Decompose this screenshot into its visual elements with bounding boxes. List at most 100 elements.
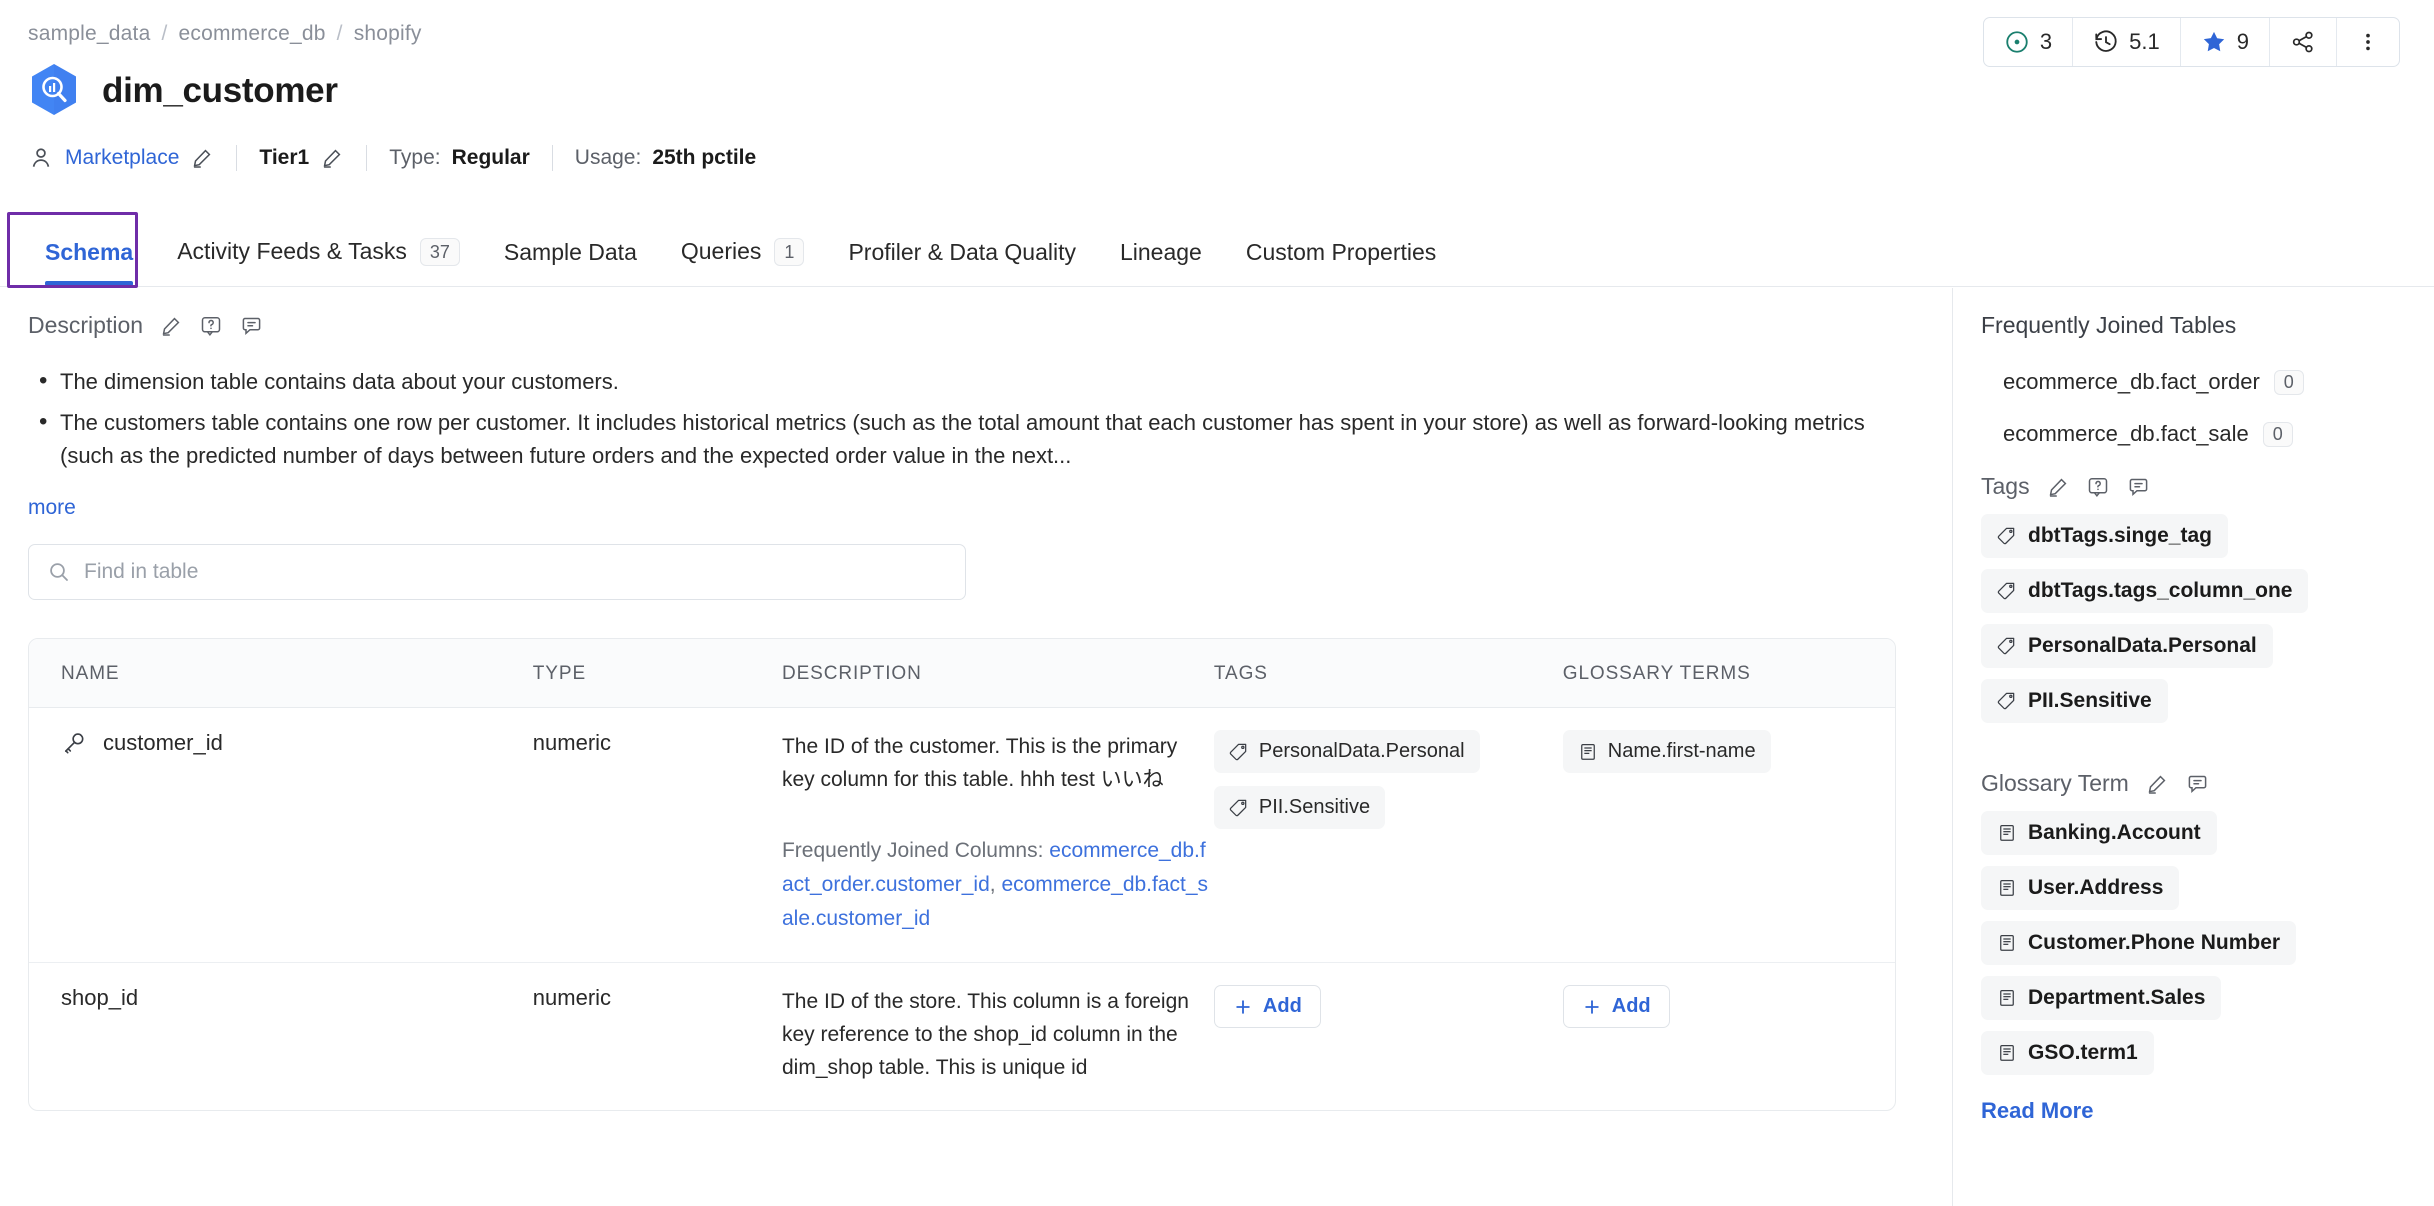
search-input[interactable] (84, 560, 947, 584)
tab-lineage[interactable]: Lineage (1098, 239, 1224, 286)
vote-button[interactable]: 3 (1984, 18, 2074, 66)
glossary-chip[interactable]: Name.first-name (1562, 730, 1771, 773)
tab-sample-data[interactable]: Sample Data (482, 239, 659, 286)
tab-custom-properties[interactable]: Custom Properties (1224, 239, 1458, 286)
breadcrumb-item-2[interactable]: shopify (354, 22, 422, 46)
sidebar-tag-chip[interactable]: dbtTags.tags_column_one (1981, 569, 2309, 613)
tags-comment-chat-icon[interactable] (2126, 475, 2150, 499)
tag-icon (1997, 526, 2017, 546)
tab-badge: 37 (419, 237, 460, 266)
breadcrumb-item-1[interactable]: ecommerce_db (179, 22, 326, 46)
joined-table-item[interactable]: ecommerce_db.fact_sale 0 (2003, 421, 2406, 447)
usage-section: Usage: 25th pctile (575, 146, 756, 170)
owner-link[interactable]: Marketplace (65, 146, 179, 170)
breadcrumb-item-0[interactable]: sample_data (28, 22, 150, 46)
tab-label: Schema (45, 239, 134, 265)
table-details-page: sample_data / ecommerce_db / shopify 3 5… (0, 0, 2434, 1206)
entity-right-panel: Frequently Joined Tables ecommerce_db.fa… (1952, 288, 2434, 1206)
sidebar-glossary-chip[interactable]: Department.Sales (1981, 976, 2222, 1020)
tags-list: dbtTags.singe_tag dbtTags.tags_column_on… (1981, 514, 2406, 734)
add-tag-label: Add (1262, 995, 1302, 1017)
tags-title: Tags (1981, 473, 2030, 499)
request-tags-question-box-icon[interactable] (2086, 475, 2110, 499)
tag-chip[interactable]: PII.Sensitive (1213, 786, 1386, 829)
column-header-type: TYPE (532, 663, 587, 684)
tab-label: Profiler & Data Quality (848, 239, 1076, 265)
type-label: Type: (389, 146, 441, 169)
share-button[interactable] (2270, 18, 2337, 66)
tab-label: Sample Data (503, 239, 637, 265)
schema-panel: Description • The dimension table contai… (0, 288, 1952, 1206)
usage-label: Usage: (574, 146, 642, 169)
tag-chip[interactable]: PersonalData.Personal (1213, 730, 1480, 773)
usage-value: 25th pctile (652, 146, 757, 169)
follow-button[interactable]: 9 (2181, 18, 2270, 66)
edit-glossary-pencil-icon[interactable] (2145, 772, 2169, 796)
entity-meta: Marketplace Tier1 Type: Regular Usage: 2… (28, 145, 756, 171)
glossary-label: User.Address (2028, 876, 2164, 899)
glossary-label: GSO.term1 (2028, 1041, 2138, 1064)
glossary-label: Name.first-name (1607, 740, 1756, 762)
sidebar-glossary-chip[interactable]: Customer.Phone Number (1981, 921, 2297, 965)
cell-tags: Add (1213, 963, 1563, 1110)
sidebar-tag-chip[interactable]: PII.Sensitive (1981, 679, 2168, 723)
edit-tags-pencil-icon[interactable] (2046, 475, 2070, 499)
joined-table-name: ecommerce_db.fact_order (2003, 369, 2260, 394)
column-description: The ID of the store. This column is a fo… (781, 990, 1189, 1079)
more-options-button[interactable] (2337, 18, 2399, 66)
tag-label: PersonalData.Personal (1258, 740, 1465, 762)
joined-table-count: 0 (2262, 421, 2293, 447)
tab-profiler-data-quality[interactable]: Profiler & Data Quality (826, 239, 1098, 286)
edit-tier-pencil-icon[interactable] (320, 146, 344, 170)
book-icon (1997, 878, 2017, 898)
cell-description: The ID of the store. This column is a fo… (782, 963, 1214, 1110)
glossary-label: Customer.Phone Number (2028, 931, 2281, 954)
description-comment-chat-icon[interactable] (239, 314, 263, 338)
column-type: numeric (532, 730, 612, 755)
page-title: dim_customer (102, 71, 338, 110)
sidebar-glossary-chip[interactable]: Banking.Account (1981, 811, 2217, 855)
meta-divider (551, 145, 553, 171)
tag-label: PersonalData.Personal (2028, 634, 2257, 657)
edit-owner-pencil-icon[interactable] (190, 146, 214, 170)
sidebar-glossary-chip[interactable]: GSO.term1 (1981, 1031, 2154, 1075)
add-glossary-button[interactable]: Add (1562, 985, 1670, 1028)
request-description-question-box-icon[interactable] (199, 314, 223, 338)
breadcrumb-separator: / (336, 22, 343, 45)
book-icon (1997, 823, 2017, 843)
meta-divider (366, 145, 368, 171)
bigquery-hexagon-icon (28, 62, 80, 120)
description-bullet: The customers table contains one row per… (28, 405, 1918, 472)
version-button[interactable]: 5.1 (2073, 18, 2181, 66)
table-header-row: NAME TYPE DESCRIPTION TAGS GLOSSARY TERM… (29, 639, 1895, 708)
read-more-link[interactable]: Read More (1981, 1098, 2093, 1124)
comma-separator: , (989, 873, 1002, 896)
sidebar-tag-chip[interactable]: PersonalData.Personal (1981, 624, 2273, 668)
joined-table-item[interactable]: ecommerce_db.fact_order 0 (2003, 369, 2406, 395)
tag-icon (1997, 636, 2017, 656)
column-name[interactable]: customer_id (103, 730, 223, 756)
edit-description-pencil-icon[interactable] (159, 314, 183, 338)
tag-icon (1229, 798, 1249, 818)
owner-section: Marketplace (28, 145, 214, 171)
table-row[interactable]: shop_id numeric The ID of the store. Thi… (29, 963, 1895, 1110)
column-name[interactable]: shop_id (61, 985, 138, 1011)
sidebar-tag-chip[interactable]: dbtTags.singe_tag (1981, 514, 2228, 558)
tab-activity-feeds-tasks[interactable]: Activity Feeds & Tasks 37 (155, 237, 482, 287)
tab-schema[interactable]: Schema (23, 239, 155, 286)
version-number: 5.1 (2129, 29, 2160, 54)
add-tag-button[interactable]: Add (1213, 985, 1321, 1028)
schema-table: NAME TYPE DESCRIPTION TAGS GLOSSARY TERM… (28, 638, 1896, 1111)
tab-badge: 1 (774, 237, 805, 266)
tab-queries[interactable]: Queries 1 (659, 237, 827, 287)
breadcrumb-separator: / (161, 22, 168, 45)
glossary-label: Banking.Account (2028, 821, 2201, 844)
tag-icon (1229, 742, 1249, 762)
description-more-link[interactable]: more (28, 496, 76, 520)
table-row[interactable]: customer_id numeric The ID of the custom… (29, 708, 1895, 963)
sidebar-glossary-chip[interactable]: User.Address (1981, 866, 2180, 910)
find-in-table-box[interactable] (28, 544, 966, 600)
column-header-tags: TAGS (1213, 663, 1268, 684)
primary-key-icon (61, 730, 87, 756)
glossary-comment-chat-icon[interactable] (2185, 772, 2209, 796)
